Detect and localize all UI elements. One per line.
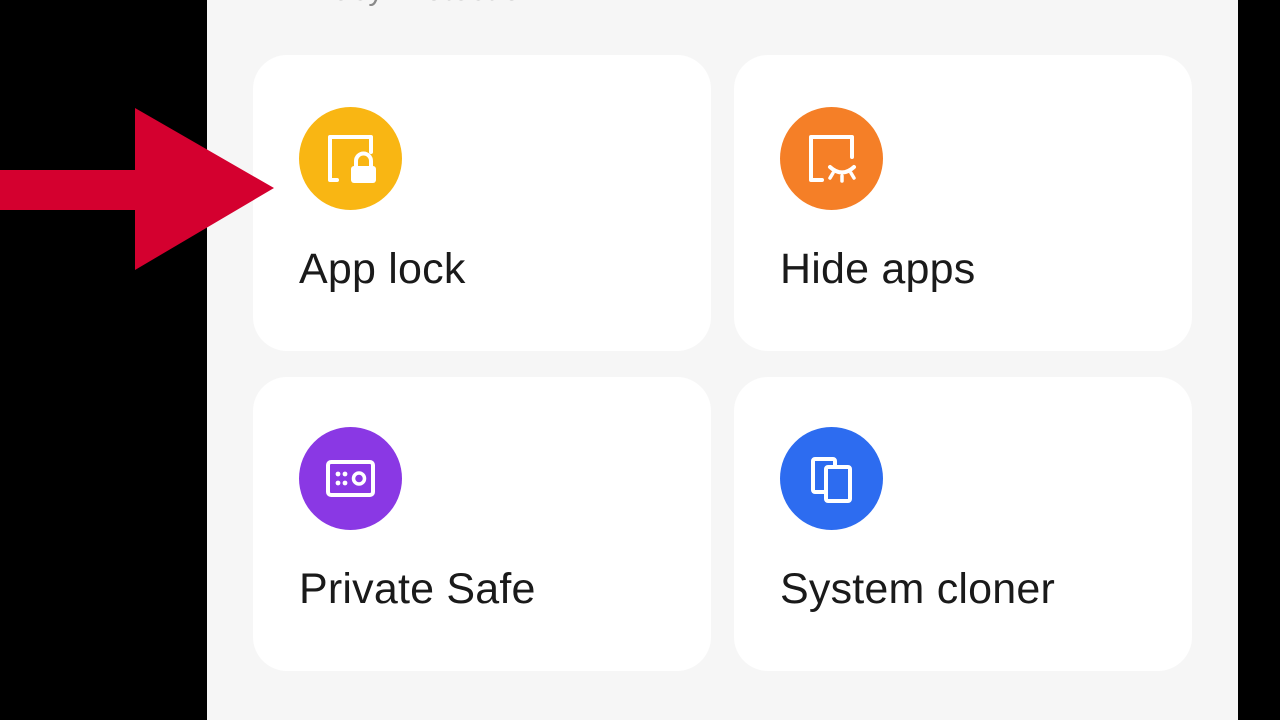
app-lock-card[interactable]: App lock xyxy=(253,55,711,351)
private-safe-card[interactable]: Private Safe xyxy=(253,377,711,671)
red-arrow-annotation xyxy=(0,108,274,270)
app-lock-icon xyxy=(299,107,402,210)
section-title: Privacy Protection xyxy=(279,0,539,8)
private-safe-label: Private Safe xyxy=(299,565,536,613)
app-lock-label: App lock xyxy=(299,245,466,293)
privacy-settings-screen: Privacy Protection App lock xyxy=(207,0,1238,720)
hide-apps-card[interactable]: Hide apps xyxy=(734,55,1192,351)
hide-apps-icon xyxy=(780,107,883,210)
system-cloner-icon xyxy=(780,427,883,530)
private-safe-icon xyxy=(299,427,402,530)
system-cloner-label: System cloner xyxy=(780,565,1056,613)
screenshot-stage: Privacy Protection App lock xyxy=(0,0,1280,720)
system-cloner-card[interactable]: System cloner xyxy=(734,377,1192,671)
hide-apps-label: Hide apps xyxy=(780,245,976,293)
